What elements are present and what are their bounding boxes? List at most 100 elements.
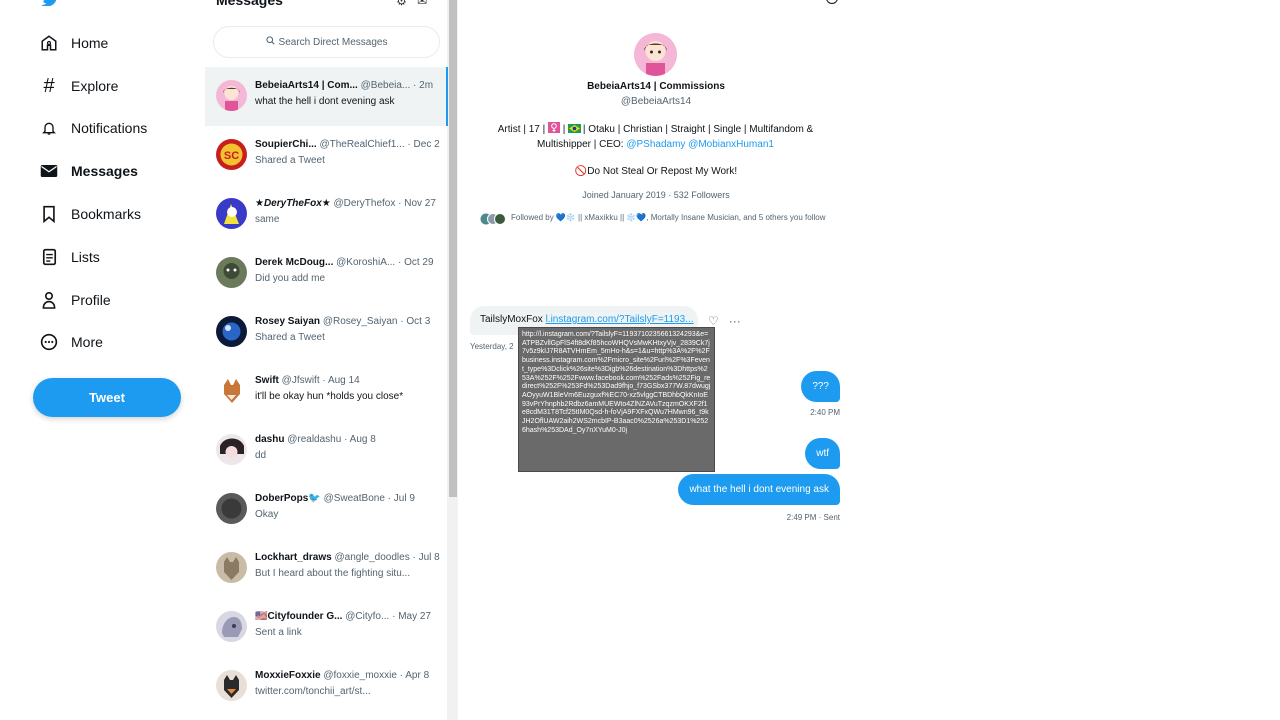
avatar <box>216 670 247 701</box>
message-link[interactable]: l.instagram.com/?TailslyF=1193... <box>546 314 694 325</box>
conversation-preview: twitter.com/tonchii_art/st... <box>255 686 371 697</box>
nav-lists[interactable]: Lists <box>40 242 100 272</box>
search-icon <box>265 36 275 48</box>
bio-mention-link[interactable]: @MobianxHuman1 <box>688 139 774 150</box>
conversation-item[interactable]: dashu @realdashu · Aug 8 dd <box>205 421 448 480</box>
conversation-time: Aug 8 <box>349 434 376 445</box>
person-icon <box>40 291 58 309</box>
conversation-item[interactable]: Swift @Jfswift · Aug 14 it'll be okay hu… <box>205 362 448 421</box>
conversation-name: Rosey Saiyan <box>255 316 321 327</box>
conversation-time: Oct 3 <box>406 316 431 327</box>
profile-bio: Artist | 17 | | | Otaku | Christian | St… <box>497 122 814 150</box>
conversation-handle: @KoroshiA... <box>336 257 396 268</box>
home-icon <box>40 34 58 52</box>
nav-home-label: Home <box>71 35 109 51</box>
nav-explore-label: Explore <box>71 78 119 94</box>
nav-notifications-label: Notifications <box>71 120 148 136</box>
list-scrollbar[interactable] <box>448 0 458 720</box>
conversation-preview: same <box>255 214 280 225</box>
bell-icon <box>40 119 58 137</box>
conversation-name: ★DeryTheFox★ <box>255 198 331 209</box>
outgoing-message-time: 2:40 PM <box>810 408 840 417</box>
nav-lists-label: Lists <box>71 249 100 265</box>
more-options-icon[interactable]: ··· <box>729 314 741 328</box>
avatar: SC <box>216 139 247 170</box>
conversation-preview: Shared a Tweet <box>255 155 325 166</box>
conversation-item[interactable]: SC SoupierChi... @TheRealChief1... · Dec… <box>205 126 448 185</box>
followed-by-text: Followed by 💙❄️ || xMaxikku || ❄️💙, Mort… <box>511 213 826 222</box>
conversation-handle: @Jfswift <box>281 375 320 386</box>
chat-pane: i BebeiaArts14 | Commissions @BebeiaArts… <box>458 0 850 720</box>
conversation-preview: Okay <box>255 509 279 520</box>
nav-profile[interactable]: Profile <box>40 285 111 315</box>
nav-profile-label: Profile <box>71 292 111 308</box>
messages-title: Messages <box>216 0 283 8</box>
profile-warning: 🚫Do Not Steal Or Repost My Work! <box>574 166 738 177</box>
avatar <box>216 375 247 406</box>
conversation-name: Lockhart_draws <box>255 552 332 563</box>
avatar <box>216 316 247 347</box>
react-heart-icon[interactable]: ♡ <box>708 314 719 328</box>
conversation-time: Aug 14 <box>327 375 360 386</box>
nav-explore[interactable]: # Explore <box>40 71 118 101</box>
outgoing-message-bubble[interactable]: ??? <box>801 371 840 402</box>
tweet-button[interactable]: Tweet <box>33 378 181 417</box>
conversation-item[interactable]: Lockhart_draws @angle_doodles · Jul 8 Bu… <box>205 539 448 598</box>
avatar <box>216 80 247 111</box>
link-url-tooltip: http://l.instagram.com/?TailslyF=1193710… <box>518 327 715 472</box>
new-message-icon[interactable]: ✉ <box>417 0 437 8</box>
nav-messages[interactable]: Messages <box>40 156 138 186</box>
conversation-handle: @DeryThefox <box>333 198 396 209</box>
conversation-item[interactable]: ★DeryTheFox★ @DeryThefox · Nov 27 same <box>205 185 448 244</box>
conversation-name: DoberPops🐦 <box>255 493 321 504</box>
conversation-time: Nov 27 <box>404 198 436 209</box>
conversation-name: dashu <box>255 434 285 445</box>
conversation-time: May 27 <box>398 611 431 622</box>
incoming-message-time: Yesterday, 2 <box>470 342 514 351</box>
profile-name[interactable]: BebeiaArts14 | Commissions <box>458 81 854 92</box>
nav-home[interactable]: Home <box>40 28 108 58</box>
conversation-name: MoxxieFoxxie <box>255 670 321 681</box>
scrollbar-thumb[interactable] <box>449 0 457 497</box>
avatar <box>216 493 247 524</box>
avatar <box>216 198 247 229</box>
conversation-handle: @TheRealChief1... <box>319 139 405 150</box>
nav-more[interactable]: More <box>40 327 103 357</box>
conversation-time: Dec 2 <box>413 139 440 150</box>
conversation-item[interactable]: DoberPops🐦 @SweatBone · Jul 9 Okay <box>205 480 448 539</box>
conversation-handle: @angle_doodles <box>334 552 410 563</box>
outgoing-message-bubble[interactable]: what the hell i dont evening ask <box>678 474 840 505</box>
avatar <box>216 611 247 642</box>
conversation-item[interactable]: MoxxieFoxxie @foxxie_moxxie · Apr 8 twit… <box>205 657 448 716</box>
conversation-handle: @SweatBone <box>323 493 385 504</box>
settings-gear-icon[interactable]: ⚙ <box>396 0 417 8</box>
info-icon[interactable]: i <box>826 0 838 4</box>
conversation-item[interactable]: 🇺🇸Cityfounder G... @Cityfo... · May 27 S… <box>205 598 448 657</box>
search-placeholder: Search Direct Messages <box>278 36 388 48</box>
bio-mention-link[interactable]: @PShadamy <box>626 139 685 150</box>
envelope-icon <box>40 162 58 180</box>
conversation-preview: Sent a link <box>255 627 302 638</box>
conversation-time: 2m <box>419 80 434 91</box>
conversation-item[interactable]: Rosey Saiyan @Rosey_Saiyan · Oct 3 Share… <box>205 303 448 362</box>
conversation-item[interactable]: Derek McDoug... @KoroshiA... · Oct 29 Di… <box>205 244 448 303</box>
followed-by[interactable]: Followed by 💙❄️ || xMaxikku || ❄️💙, Mort… <box>480 212 830 225</box>
nav-notifications[interactable]: Notifications <box>40 113 147 143</box>
twitter-logo-icon[interactable] <box>40 0 60 6</box>
conversation-name: BebeiaArts14 | Com... <box>255 80 358 91</box>
nav-bookmarks[interactable]: Bookmarks <box>40 199 141 229</box>
conversation-list: Messages ⚙✉ Search Direct Messages Bebei… <box>205 0 448 720</box>
conversation-time: Jul 9 <box>393 493 415 504</box>
search-input[interactable]: Search Direct Messages <box>213 26 440 58</box>
nav-more-label: More <box>71 334 103 350</box>
conversation-name: SoupierChi... <box>255 139 317 150</box>
follower-avatars <box>480 213 506 225</box>
avatar <box>216 552 247 583</box>
conversation-name: Swift <box>255 375 279 386</box>
profile-avatar[interactable] <box>634 33 677 76</box>
nav-messages-label: Messages <box>71 163 138 179</box>
more-circle-icon <box>40 333 58 351</box>
conversation-item[interactable]: BebeiaArts14 | Com... @Bebeia... · 2m wh… <box>205 67 448 126</box>
bookmark-icon <box>40 205 58 223</box>
outgoing-message-bubble[interactable]: wtf <box>805 438 840 469</box>
